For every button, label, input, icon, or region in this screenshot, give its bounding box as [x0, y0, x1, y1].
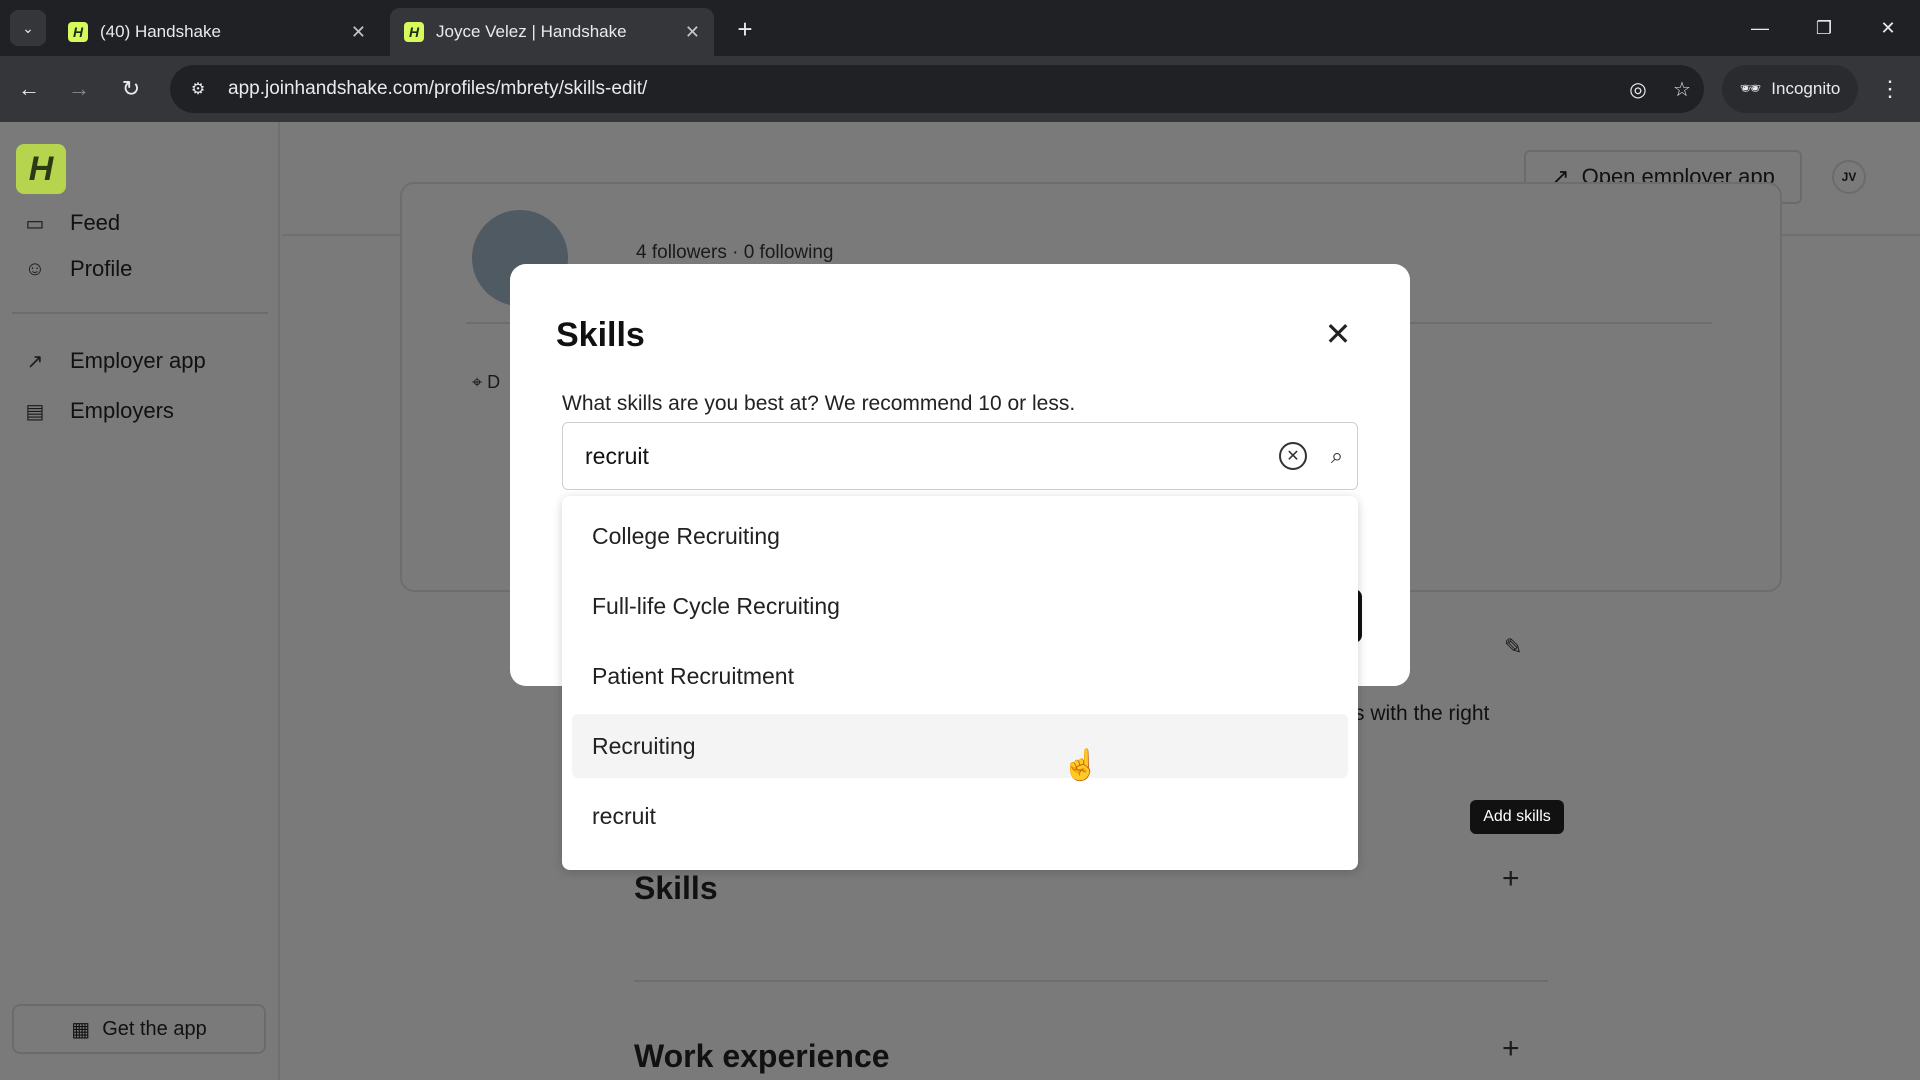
site-info-icon[interactable]: ⚙ [178, 79, 218, 99]
url-text[interactable]: app.joinhandshake.com/profiles/mbrety/sk… [228, 78, 1616, 100]
location-pin-icon: ⌖ D [472, 372, 501, 392]
restore-icon[interactable]: ❐ [1804, 12, 1844, 44]
followers-count[interactable]: 4 followers · 0 following [636, 242, 833, 264]
background-text: s with the right [1354, 702, 1490, 725]
address-bar[interactable]: ⚙ app.joinhandshake.com/profiles/mbrety/… [170, 65, 1704, 113]
skills-search-input[interactable]: recruit ✕ ⌕ [562, 422, 1358, 490]
incognito-label: Incognito [1771, 79, 1841, 98]
reload-icon[interactable]: ↻ [112, 70, 150, 108]
edit-pencil-icon[interactable]: ✎ [1504, 634, 1522, 660]
window-close-icon[interactable]: ✕ [1868, 12, 1908, 44]
person-icon: ☺ [24, 257, 46, 280]
clear-search-icon[interactable]: ✕ [1279, 442, 1307, 470]
tab-list-chevron-icon[interactable]: ⌄ [10, 10, 46, 46]
user-avatar[interactable]: JV [1832, 160, 1866, 194]
sidebar-item-employer-app[interactable]: ↗ Employer app [22, 344, 206, 378]
search-input-value[interactable]: recruit [585, 443, 1279, 470]
pointer-hand-icon: ☝ [1062, 749, 1100, 782]
tab-close-icon[interactable]: ✕ [351, 22, 366, 43]
new-tab-plus-icon[interactable]: + [730, 14, 760, 44]
browser-toolbar: ← → ↻ ⚙ app.joinhandshake.com/profiles/m… [0, 56, 1920, 122]
modal-description: What skills are you best at? We recommen… [562, 392, 1076, 415]
suggestion-option[interactable]: Patient Recruitment [562, 644, 1358, 708]
get-the-app-label: Get the app [102, 1017, 207, 1040]
tab-title: Joyce Velez | Handshake [436, 22, 627, 41]
back-arrow-icon[interactable]: ← [10, 70, 48, 108]
forward-arrow-icon[interactable]: → [60, 70, 98, 108]
search-icon[interactable]: ⌕ [1317, 443, 1357, 469]
bookmark-star-icon[interactable]: ☆ [1660, 77, 1704, 102]
sidebar-item-label: Employer app [70, 348, 206, 373]
suggestion-option-hovered[interactable]: Recruiting [572, 714, 1348, 778]
suggestion-option[interactable]: College Recruiting [562, 504, 1358, 568]
incognito-indicator[interactable]: 🕶 Incognito [1722, 65, 1858, 113]
section-divider [634, 980, 1548, 982]
minimize-icon[interactable]: — [1740, 12, 1780, 44]
tab-close-icon[interactable]: ✕ [685, 22, 700, 43]
sidebar-item-label: Employers [70, 398, 174, 423]
sidebar-item-label: Profile [70, 256, 133, 281]
building-icon: ▤ [25, 400, 45, 423]
close-icon[interactable]: ✕ [1318, 314, 1358, 354]
skills-section-title: Skills [634, 870, 718, 906]
eye-off-icon[interactable]: ◎ [1616, 77, 1660, 102]
get-the-app-button[interactable]: ▦ Get the app [12, 1004, 266, 1054]
sidebar-item-label: Feed [70, 210, 121, 235]
browser-menu-icon[interactable]: ⋮ [1872, 70, 1908, 108]
sidebar-item-feed[interactable]: ▭ Feed [22, 206, 121, 240]
sidebar-item-profile[interactable]: ☺ Profile [22, 252, 133, 286]
qr-code-icon: ▦ [71, 1018, 91, 1041]
tab-title: (40) Handshake [100, 22, 221, 41]
sidebar-item-employers[interactable]: ▤ Employers [22, 394, 174, 428]
suggestion-option[interactable]: recruit [562, 784, 1358, 848]
sidebar: H ▭ Feed ☺ Profile ↗ Employer app ▤ Empl… [0, 122, 280, 1080]
handshake-logo[interactable]: H [16, 144, 66, 194]
sidebar-divider [12, 312, 268, 314]
feed-icon: ▭ [25, 212, 45, 235]
modal-title: Skills [556, 316, 645, 354]
browser-tab-handshake[interactable]: H (40) Handshake ✕ [54, 8, 380, 56]
location-text: D [487, 372, 501, 392]
browser-tab-profile[interactable]: H Joyce Velez | Handshake ✕ [390, 8, 714, 56]
browser-tabbar: ⌄ H (40) Handshake ✕ H Joyce Velez | Han… [0, 0, 1920, 56]
add-skills-tooltip: Add skills [1470, 800, 1564, 834]
handshake-favicon-icon: H [68, 22, 88, 42]
incognito-icon: 🕶 [1739, 79, 1762, 98]
add-skills-plus-icon[interactable]: + [1502, 862, 1520, 896]
work-experience-section-title: Work experience [634, 1038, 890, 1074]
handshake-favicon-icon: H [404, 22, 424, 42]
suggestion-option[interactable]: Full-life Cycle Recruiting [562, 574, 1358, 638]
external-link-icon: ↗ [26, 350, 44, 373]
add-work-experience-plus-icon[interactable]: + [1502, 1032, 1520, 1066]
skills-suggestions-dropdown: College Recruiting Full-life Cycle Recru… [562, 496, 1358, 870]
